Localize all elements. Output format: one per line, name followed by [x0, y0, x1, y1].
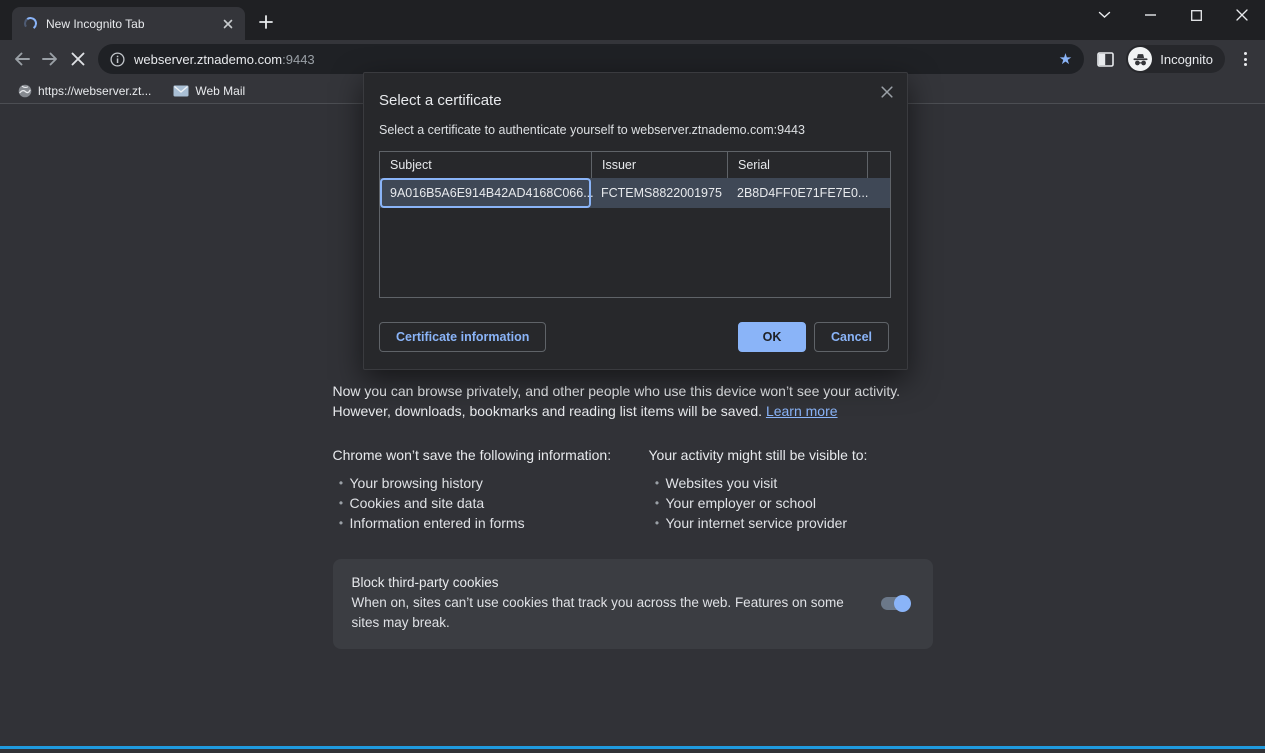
stop-loading-button[interactable] [64, 45, 92, 73]
certificate-table: Subject Issuer Serial 9A016B5A6E914B42AD… [379, 151, 891, 298]
visible-to-list: •Websites you visit •Your employer or sc… [649, 473, 933, 533]
window-controls [1081, 0, 1265, 30]
dialog-subtitle: Select a certificate to authenticate you… [379, 123, 805, 137]
list-item: •Your internet service provider [649, 513, 933, 533]
bullet-icon: • [649, 513, 666, 533]
tab-close-icon[interactable] [219, 15, 237, 33]
incognito-label: Incognito [1160, 52, 1213, 67]
issuer-column-header: Issuer [591, 152, 727, 178]
visible-to-column: Your activity might still be visible to:… [649, 445, 933, 533]
globe-icon [18, 84, 32, 98]
learn-more-link[interactable]: Learn more [766, 403, 838, 419]
bookmark-label: Web Mail [195, 84, 245, 98]
certificate-information-button[interactable]: Certificate information [379, 322, 546, 352]
loading-spinner-icon [23, 16, 38, 31]
certificate-row-selected[interactable]: 9A016B5A6E914B42AD4168C066... FCTEMS8822… [380, 178, 890, 208]
bottom-edge-highlight [0, 746, 1265, 749]
subject-cell: 9A016B5A6E914B42AD4168C066... [380, 178, 591, 208]
bullet-icon: • [333, 513, 350, 533]
wont-save-heading: Chrome won’t save the following informat… [333, 445, 649, 465]
serial-cell: 2B8D4FF0E71FE7E0... [727, 178, 867, 208]
incognito-badge[interactable]: Incognito [1126, 45, 1225, 73]
wont-save-column: Chrome won’t save the following informat… [333, 445, 649, 533]
issuer-cell: FCTEMS8822001975 [591, 178, 727, 208]
forward-button[interactable] [36, 45, 64, 73]
bookmark-star-icon[interactable]: ★ [1057, 50, 1074, 69]
visible-to-heading: Your activity might still be visible to: [649, 445, 933, 465]
list-item: •Your employer or school [649, 493, 933, 513]
intro-text: Now you can browse privately, and other … [333, 381, 933, 421]
cookies-card: Block third-party cookies When on, sites… [333, 559, 933, 649]
minimize-button[interactable] [1127, 0, 1173, 30]
incognito-icon [1128, 47, 1152, 71]
table-header-row: Subject Issuer Serial [380, 152, 890, 178]
url-host: webserver.ztnademo.com [134, 52, 282, 67]
bullet-icon: • [649, 493, 666, 513]
list-item: •Websites you visit [649, 473, 933, 493]
bullet-icon: • [649, 473, 666, 493]
dialog-buttons: Certificate information OK Cancel [379, 322, 889, 352]
tab-new-incognito[interactable]: New Incognito Tab [12, 7, 245, 40]
menu-button[interactable] [1233, 45, 1257, 73]
list-item: •Cookies and site data [333, 493, 649, 513]
serial-column-header: Serial [727, 152, 867, 178]
bullet-icon: • [333, 493, 350, 513]
toggle-thumb [894, 595, 911, 612]
wont-save-list: •Your browsing history •Cookies and site… [333, 473, 649, 533]
browser-window: New Incognito Tab [0, 0, 1265, 753]
cookies-card-title: Block third-party cookies [352, 573, 867, 593]
tab-strip: New Incognito Tab [0, 0, 1265, 40]
window-chevron-button[interactable] [1081, 0, 1127, 30]
back-button[interactable] [8, 45, 36, 73]
maximize-button[interactable] [1173, 0, 1219, 30]
subject-column-header: Subject [380, 152, 591, 178]
new-tab-button[interactable] [252, 8, 280, 36]
mail-icon [173, 85, 189, 97]
close-window-button[interactable] [1219, 0, 1265, 30]
dialog-title: Select a certificate [379, 92, 502, 109]
dialog-close-icon[interactable] [877, 82, 897, 102]
list-item: •Your browsing history [333, 473, 649, 493]
bookmark-item-webserver[interactable]: https://webserver.zt... [10, 82, 159, 100]
info-columns: Chrome won’t save the following informat… [333, 445, 933, 533]
cancel-button[interactable]: Cancel [814, 322, 889, 352]
certificate-dialog: Select a certificate Select a certificat… [363, 72, 908, 370]
site-info-icon[interactable] [110, 52, 125, 67]
tab-title: New Incognito Tab [46, 17, 219, 31]
bookmark-label: https://webserver.zt... [38, 84, 151, 98]
bullet-icon: • [333, 473, 350, 493]
empty-cell [867, 178, 890, 208]
address-bar[interactable]: webserver.ztnademo.com:9443 ★ [98, 44, 1084, 74]
ok-button[interactable]: OK [738, 322, 806, 352]
cookies-card-body: When on, sites can’t use cookies that tr… [352, 593, 867, 633]
url-text: webserver.ztnademo.com:9443 [134, 52, 1057, 67]
empty-column-header [867, 152, 890, 178]
bookmark-item-webmail[interactable]: Web Mail [165, 82, 253, 100]
side-panel-button[interactable] [1090, 45, 1120, 73]
list-item: •Information entered in forms [333, 513, 649, 533]
cookies-toggle[interactable] [881, 597, 909, 610]
url-port: :9443 [282, 52, 315, 67]
